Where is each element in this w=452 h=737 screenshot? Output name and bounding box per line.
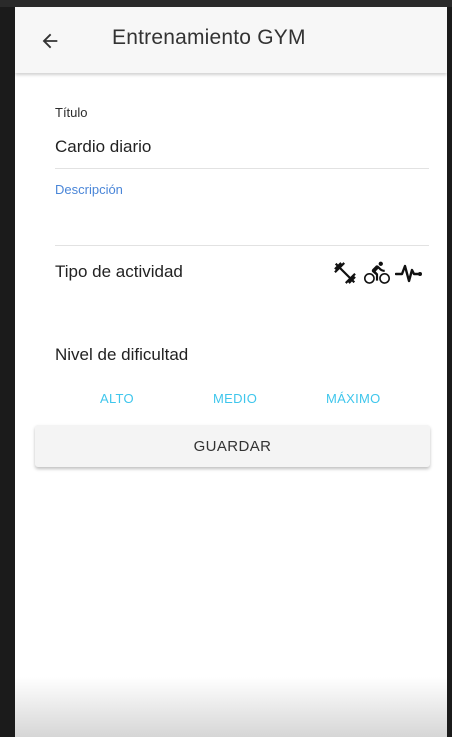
activity-cardio-option[interactable] (394, 260, 424, 286)
bicycle-icon (364, 261, 390, 284)
app-screen: Entrenamiento GYM Título Descripción Tip… (15, 7, 447, 737)
back-button[interactable] (35, 26, 65, 56)
activity-cycling-option[interactable] (362, 260, 392, 286)
title-field-underline (55, 168, 429, 169)
save-button[interactable]: GUARDAR (35, 425, 430, 467)
description-field-label: Descripción (55, 182, 123, 197)
difficulty-level-label: Nivel de dificultad (55, 345, 189, 364)
difficulty-high-button[interactable]: ALTO (100, 391, 134, 406)
title-field-label: Título (55, 105, 88, 120)
arrow-left-icon (42, 33, 58, 49)
dumbbell-icon (334, 262, 356, 284)
description-field[interactable] (55, 207, 429, 239)
description-field-underline (55, 245, 429, 246)
activity-type-label: Tipo de actividad (55, 262, 183, 281)
difficulty-max-button[interactable]: MÁXIMO (326, 391, 381, 406)
app-bar: Entrenamiento GYM (15, 7, 447, 73)
bottom-shadow (15, 677, 447, 737)
title-field[interactable] (55, 137, 425, 157)
activity-type-selector (330, 260, 424, 286)
activity-strength-option[interactable] (330, 260, 360, 286)
status-bar-edge (0, 0, 452, 7)
difficulty-medium-button[interactable]: MEDIO (213, 391, 257, 406)
page-title: Entrenamiento GYM (112, 26, 306, 49)
difficulty-options: ALTO MEDIO MÁXIMO (55, 391, 429, 415)
heartbeat-icon (395, 264, 422, 283)
